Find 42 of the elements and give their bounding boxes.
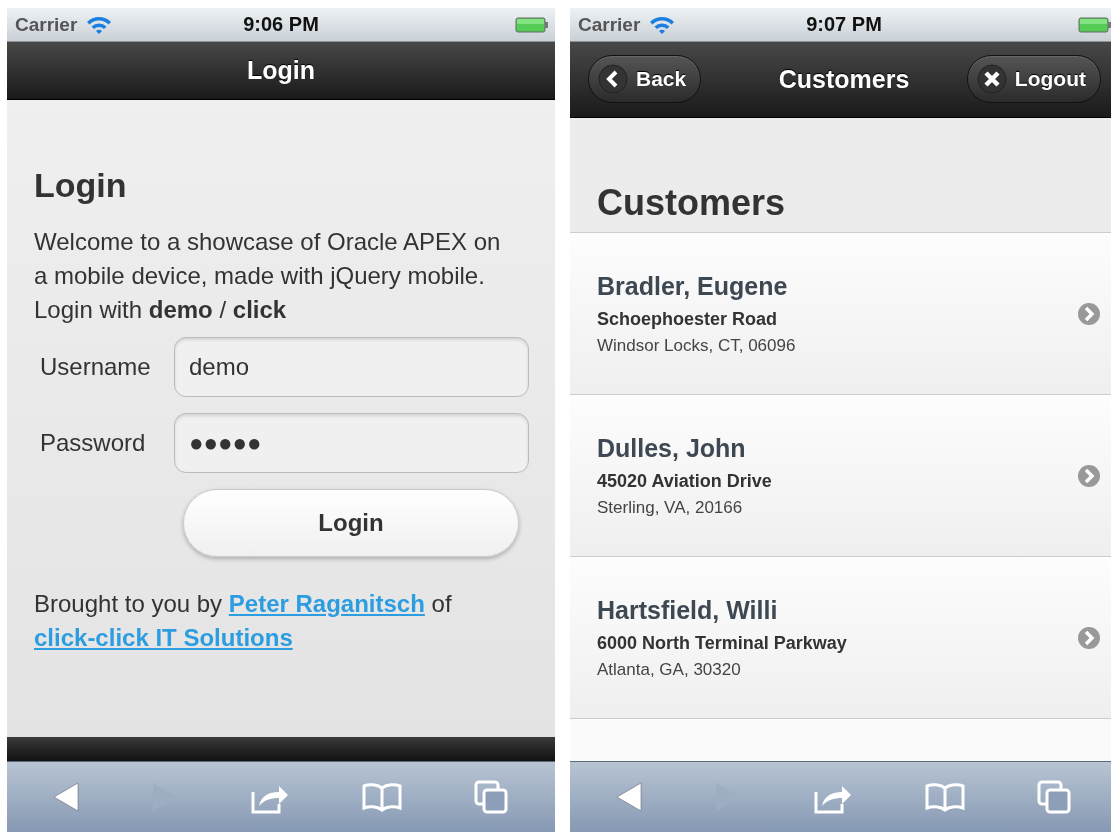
battery-icon <box>515 17 549 33</box>
intro-text: Welcome to a showcase of Oracle APEX on a mobile device, made with jQuery mobile. <box>34 227 502 291</box>
customer-name: Dulles, John <box>597 433 746 463</box>
carrier-label: Carrier <box>15 13 78 36</box>
street-address: 45020 Aviation Drive <box>597 470 772 492</box>
wifi-icon <box>648 14 677 35</box>
logout-button[interactable]: Logout <box>966 55 1101 103</box>
chevron-left-icon <box>598 64 628 94</box>
battery-icon <box>1078 17 1111 33</box>
chevron-right-icon <box>1078 464 1100 487</box>
field-label: Password <box>40 429 147 457</box>
chevron-right-icon <box>1078 302 1100 325</box>
city-address: Sterling, VA, 20166 <box>597 497 743 518</box>
tabs-icon[interactable] <box>473 780 510 814</box>
back-arrow-icon[interactable] <box>615 781 644 813</box>
carrier-label: Carrier <box>578 13 641 36</box>
tabs-icon[interactable] <box>1036 780 1073 814</box>
back-button[interactable]: Back <box>588 55 702 103</box>
bookmarks-icon[interactable] <box>923 782 966 812</box>
back-arrow-icon[interactable] <box>52 781 81 813</box>
city-address: Windsor Locks, CT, 06096 <box>597 335 796 356</box>
customer-name: Bradler, Eugene <box>597 271 788 301</box>
header-title: Login <box>247 56 315 85</box>
credit-text: Brought to you by Peter Raganitsch of click-click IT Solutions <box>34 589 453 653</box>
close-icon <box>976 64 1007 94</box>
customer-name: Hartsfield, Willi <box>597 595 778 625</box>
street-address: Schoephoester Road <box>597 308 778 330</box>
page-heading: Login <box>34 166 128 205</box>
chevron-right-icon <box>1078 626 1100 649</box>
page-heading: Customers <box>597 182 787 224</box>
login-button[interactable]: Login <box>183 489 519 557</box>
username-field[interactable]: demo <box>174 337 529 397</box>
wifi-icon <box>85 14 114 35</box>
clock-time: 9:06 PM <box>243 13 319 36</box>
field-label: Username <box>40 353 152 381</box>
hint-text: Login with demo / click <box>34 295 288 325</box>
city-address: Atlanta, GA, 30320 <box>597 659 741 680</box>
clock-time: 9:07 PM <box>806 13 882 36</box>
bookmarks-icon[interactable] <box>360 782 403 812</box>
password-field[interactable]: ●●●●● <box>174 413 529 473</box>
street-address: 6000 North Terminal Parkway <box>597 632 847 654</box>
header-title: Customers <box>778 65 910 94</box>
